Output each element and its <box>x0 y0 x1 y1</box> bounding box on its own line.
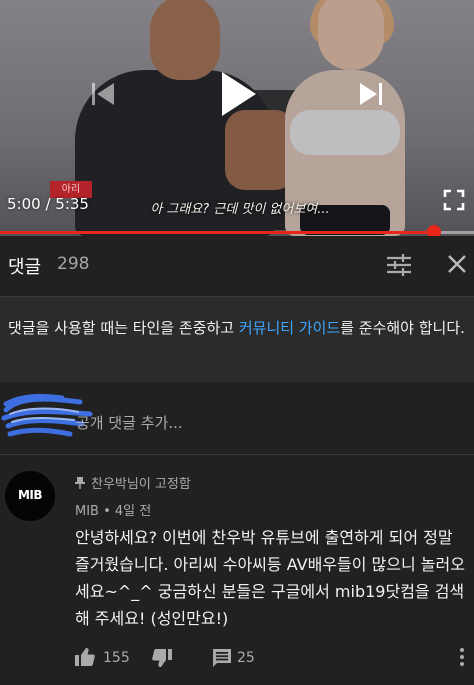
add-comment-input[interactable]: 공개 댓글 추가... <box>76 412 183 433</box>
sort-icon[interactable] <box>386 253 412 277</box>
close-icon[interactable] <box>446 253 468 275</box>
time-display: 5:00 / 5:35 <box>7 195 89 213</box>
comment-actions: 155 25 <box>75 647 474 671</box>
fullscreen-icon[interactable] <box>442 188 466 212</box>
reply-count: 25 <box>237 650 255 666</box>
community-guidelines-link[interactable]: 커뮤니티 가이드 <box>239 319 340 337</box>
pin-icon <box>75 477 85 489</box>
comment-item: MIB 찬우박님이 고정함 MIB • 4일 전 안녕하세요? 이번에 찬우박 … <box>0 455 474 685</box>
add-comment-row[interactable]: 공개 댓글 추가... <box>0 382 474 454</box>
skip-previous-icon[interactable] <box>90 80 116 108</box>
subtitle-line: 아 그래요? 근데 맛이 없어보여... <box>150 202 330 217</box>
play-icon[interactable] <box>218 70 258 118</box>
avatar-logo-text: MIB <box>17 488 43 502</box>
skip-next-icon[interactable] <box>358 80 384 108</box>
thumbs-down-icon[interactable] <box>152 648 172 668</box>
comment-text: 안녕하세요? 이번에 찬우박 유튜브에 출연하게 되어 정말 즐거웠습니다. 아… <box>75 528 465 628</box>
progress-played <box>0 231 434 234</box>
more-vert-icon[interactable] <box>458 647 466 667</box>
video-player[interactable]: 아리 아 그래요? 근데 맛이 없어보여... 5:00 / 5:35 <box>0 0 474 236</box>
comments-header: 댓글 298 <box>0 236 474 296</box>
progress-scrubber[interactable] <box>427 225 441 236</box>
progress-bar[interactable] <box>0 225 474 236</box>
avatar[interactable]: MIB <box>5 471 55 521</box>
reply-icon[interactable] <box>212 648 232 668</box>
pinned-by-text: 찬우박님이 고정함 <box>91 477 191 492</box>
thumbs-up-icon[interactable] <box>75 647 95 667</box>
like-count: 155 <box>103 650 130 666</box>
comment-meta: MIB • 4일 전 <box>75 504 152 519</box>
pinned-label: 찬우박님이 고정함 <box>75 473 191 492</box>
notice-text-after: 를 준수해야 합니다. <box>340 319 465 337</box>
notice-text-before: 댓글을 사용할 때는 타인을 존중하고 <box>8 319 239 337</box>
notice-text: 댓글을 사용할 때는 타인을 존중하고 커뮤니티 가이드를 준수해야 합니다. <box>8 317 468 340</box>
comments-title: 댓글 <box>8 257 42 278</box>
community-guidelines-notice: 댓글을 사용할 때는 타인을 존중하고 커뮤니티 가이드를 준수해야 합니다. <box>0 297 474 382</box>
comments-count: 298 <box>57 254 90 274</box>
